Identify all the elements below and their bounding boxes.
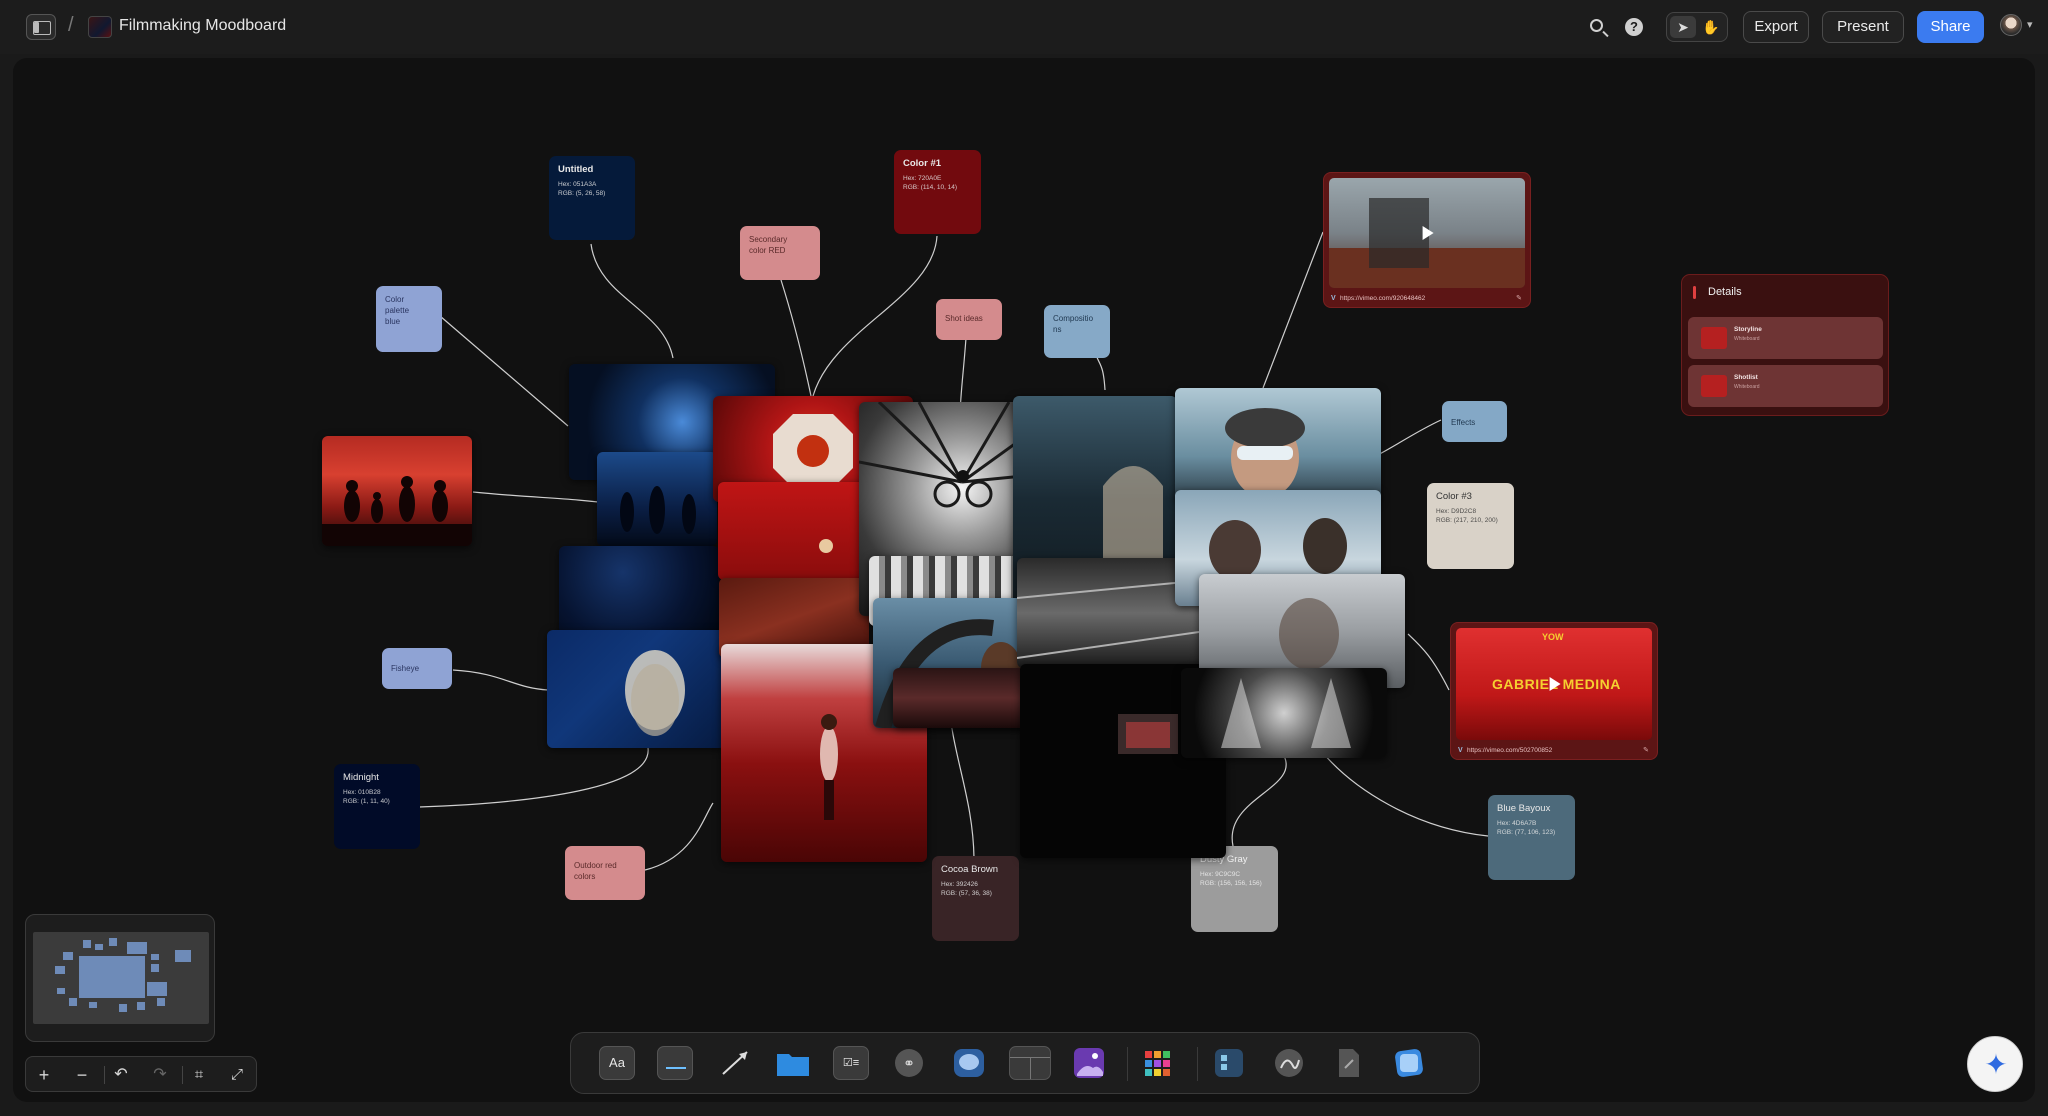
details-accent-bar xyxy=(1693,286,1696,299)
color-note-dusty-gray[interactable]: Dusty Gray Hex: 9C9C9C RGB: (156, 156, 1… xyxy=(1191,846,1278,932)
photo-red-ball[interactable] xyxy=(718,482,868,580)
line-tool-icon[interactable] xyxy=(717,1046,753,1080)
board-thumbnail-icon xyxy=(88,16,112,38)
color-note-untitled[interactable]: Untitled Hex: 051A3A RGB: (5, 26, 58) xyxy=(549,156,635,240)
sparkle-icon[interactable] xyxy=(1967,1036,2024,1093)
sticky-shot-ideas[interactable]: Shot ideas xyxy=(936,299,1002,340)
photo-goggles-girl[interactable] xyxy=(1175,388,1381,502)
color-note-cocoa[interactable]: Cocoa Brown Hex: 392426 RGB: (57, 36, 38… xyxy=(932,856,1019,941)
image-tool-icon[interactable] xyxy=(1071,1046,1107,1080)
sticky-color-palette-blue[interactable]: Color palette blue xyxy=(376,286,442,352)
board-title[interactable]: Filmmaking Moodboard xyxy=(119,17,286,35)
undo-icon[interactable]: ↶ xyxy=(109,1063,133,1087)
video-card-cyclist[interactable]: V https://vimeo.com/920648462 ✎ xyxy=(1323,172,1531,308)
hand-icon[interactable]: ✋ xyxy=(1698,16,1724,38)
file-tool-icon[interactable] xyxy=(1331,1046,1367,1080)
sticky-compositions[interactable]: Compositions xyxy=(1044,305,1110,358)
color-note-color3[interactable]: Color #3 Hex: D9D2C8 RGB: (217, 210, 200… xyxy=(1427,483,1514,569)
play-icon[interactable] xyxy=(1549,677,1561,691)
detail-item-shotlist[interactable]: Shotlist Whiteboard xyxy=(1688,365,1883,407)
zoom-out-icon[interactable]: − xyxy=(70,1063,94,1087)
cursor-icon[interactable]: ➤ xyxy=(1670,16,1696,38)
vimeo-icon: V xyxy=(1331,295,1336,302)
photo-silhouettes-red[interactable] xyxy=(322,436,472,546)
vimeo-icon: V xyxy=(1458,747,1463,754)
upload-tool-icon[interactable] xyxy=(1391,1046,1427,1080)
redo-icon[interactable]: ↷ xyxy=(148,1063,172,1087)
photo-dark-stage[interactable] xyxy=(893,668,1031,728)
photo-dancers-bw[interactable] xyxy=(1181,668,1387,758)
text-tool-icon[interactable]: Aa xyxy=(599,1046,635,1080)
color-note-blue-bayoux[interactable]: Blue Bayoux Hex: 4D6A7B RGB: (77, 106, 1… xyxy=(1488,795,1575,880)
sticky-secondary-red[interactable]: Secondary color RED xyxy=(740,226,820,280)
minimap[interactable] xyxy=(25,914,215,1042)
sticky-effects[interactable]: Effects xyxy=(1442,401,1507,442)
edit-icon[interactable]: ✎ xyxy=(1643,746,1649,754)
minimap-viewport[interactable] xyxy=(33,932,209,1024)
video-card-gabriel-medina[interactable]: YOW GABRIEL MEDINA V https://vimeo.com/5… xyxy=(1450,622,1658,760)
bottom-toolbar: Aa ☑≡ ⚭ xyxy=(570,1032,1480,1094)
table-tool-icon[interactable] xyxy=(1009,1046,1051,1080)
color-note-midnight[interactable]: Midnight Hex: 010B28 RGB: (1, 11, 40) xyxy=(334,764,420,849)
photo-blue-figures[interactable] xyxy=(597,452,717,546)
board-thumbnail-icon xyxy=(1701,327,1727,349)
sticky-outdoor-red[interactable]: Outdoor red colors xyxy=(565,846,645,900)
note-tool-icon[interactable] xyxy=(657,1046,693,1080)
avatar[interactable] xyxy=(2000,14,2022,36)
fullscreen-icon[interactable]: ⤢ xyxy=(225,1063,249,1087)
board-thumbnail-icon xyxy=(1701,375,1727,397)
top-bar: / Filmmaking Moodboard ? ➤ ✋ Export Pres… xyxy=(0,0,2048,54)
comment-tool-icon[interactable] xyxy=(951,1046,987,1080)
video-thumbnail[interactable]: YOW GABRIEL MEDINA xyxy=(1456,628,1652,740)
video-thumbnail[interactable] xyxy=(1329,178,1525,288)
color-note-color1[interactable]: Color #1 Hex: 720A0E RGB: (114, 10, 14) xyxy=(894,150,981,234)
folder-tool-icon[interactable] xyxy=(775,1046,811,1080)
chevron-down-icon[interactable]: ▾ xyxy=(2027,18,2033,31)
pointer-hand-toggle: ➤ ✋ xyxy=(1666,12,1728,42)
edit-icon[interactable]: ✎ xyxy=(1516,294,1522,302)
breadcrumb-separator: / xyxy=(68,14,74,36)
zoom-in-icon[interactable]: + xyxy=(32,1063,56,1087)
share-button[interactable]: Share xyxy=(1917,11,1984,43)
help-icon[interactable]: ? xyxy=(1621,14,1647,40)
search-icon[interactable] xyxy=(1585,14,1611,40)
svg-text:⚭: ⚭ xyxy=(903,1055,915,1071)
draw-tool-icon[interactable] xyxy=(1271,1046,1307,1080)
fit-to-screen-icon[interactable]: ⌗ xyxy=(187,1063,211,1087)
zoom-controls: + − ↶ ↷ ⌗ ⤢ xyxy=(25,1056,257,1092)
details-panel: Details Storyline Whiteboard Shotlist Wh… xyxy=(1681,274,1889,416)
photo-curly-hair[interactable] xyxy=(547,630,725,748)
sticky-fisheye[interactable]: Fisheye xyxy=(382,648,452,689)
apps-grid-icon[interactable] xyxy=(1139,1046,1175,1080)
export-button[interactable]: Export xyxy=(1743,11,1809,43)
link-tool-icon[interactable]: ⚭ xyxy=(891,1046,927,1080)
board-tool-icon[interactable] xyxy=(1211,1046,1247,1080)
checklist-tool-icon[interactable]: ☑≡ xyxy=(833,1046,869,1080)
board-canvas[interactable]: Untitled Hex: 051A3A RGB: (5, 26, 58) Co… xyxy=(13,58,2035,1102)
photo-blue-night[interactable] xyxy=(559,546,719,634)
detail-item-storyline[interactable]: Storyline Whiteboard xyxy=(1688,317,1883,359)
sidebar-toggle-icon[interactable] xyxy=(26,14,56,40)
present-button[interactable]: Present xyxy=(1822,11,1904,43)
play-icon[interactable] xyxy=(1422,226,1434,240)
